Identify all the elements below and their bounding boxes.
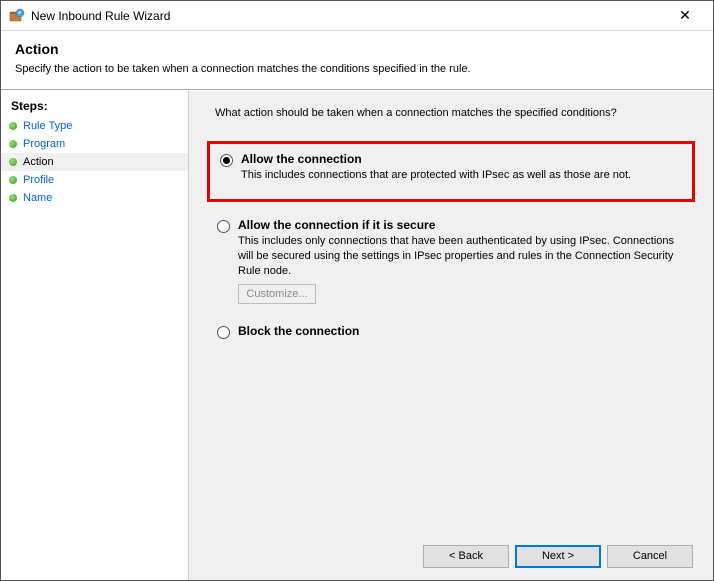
option-title: Block the connection <box>238 324 685 338</box>
radio-block[interactable] <box>217 326 230 339</box>
step-profile[interactable]: Profile <box>1 171 188 189</box>
radio-allow[interactable] <box>220 154 233 167</box>
step-action[interactable]: Action <box>1 153 188 171</box>
wizard-header: Action Specify the action to be taken wh… <box>1 31 713 83</box>
titlebar: New Inbound Rule Wizard ✕ <box>1 1 713 31</box>
step-rule-type[interactable]: Rule Type <box>1 117 188 135</box>
steps-sidebar: Steps: Rule Type Program Action Profile … <box>1 91 189 580</box>
page-title: Action <box>15 41 699 57</box>
bullet-icon <box>9 122 17 130</box>
step-program[interactable]: Program <box>1 135 188 153</box>
back-button[interactable]: < Back <box>423 545 509 568</box>
option-title: Allow the connection <box>241 152 682 166</box>
customize-button: Customize... <box>238 284 316 304</box>
step-label: Profile <box>23 174 54 186</box>
next-button[interactable]: Next > <box>515 545 601 568</box>
window-title: New Inbound Rule Wizard <box>31 9 170 23</box>
bullet-icon <box>9 194 17 202</box>
bullet-icon <box>9 158 17 166</box>
step-name[interactable]: Name <box>1 189 188 207</box>
highlight-annotation: Allow the connection This includes conne… <box>207 141 695 202</box>
bullet-icon <box>9 140 17 148</box>
option-block[interactable]: Block the connection <box>213 324 685 340</box>
close-button[interactable]: ✕ <box>665 7 705 24</box>
option-desc: This includes connections that are prote… <box>241 168 682 183</box>
option-desc: This includes only connections that have… <box>238 234 685 279</box>
option-allow[interactable]: Allow the connection This includes conne… <box>216 152 682 183</box>
radio-allow-secure[interactable] <box>217 220 230 233</box>
step-label: Program <box>23 138 65 150</box>
bullet-icon <box>9 176 17 184</box>
cancel-button[interactable]: Cancel <box>607 545 693 568</box>
option-title: Allow the connection if it is secure <box>238 218 685 232</box>
step-label: Action <box>23 156 54 168</box>
wizard-buttons: < Back Next > Cancel <box>207 537 695 570</box>
main-panel: What action should be taken when a conne… <box>189 91 713 580</box>
steps-heading: Steps: <box>1 97 188 117</box>
app-icon <box>9 8 25 24</box>
option-allow-secure[interactable]: Allow the connection if it is secure Thi… <box>213 218 685 279</box>
page-description: Specify the action to be taken when a co… <box>15 63 699 75</box>
step-label: Rule Type <box>23 120 72 132</box>
step-label: Name <box>23 192 52 204</box>
question-text: What action should be taken when a conne… <box>215 107 695 119</box>
